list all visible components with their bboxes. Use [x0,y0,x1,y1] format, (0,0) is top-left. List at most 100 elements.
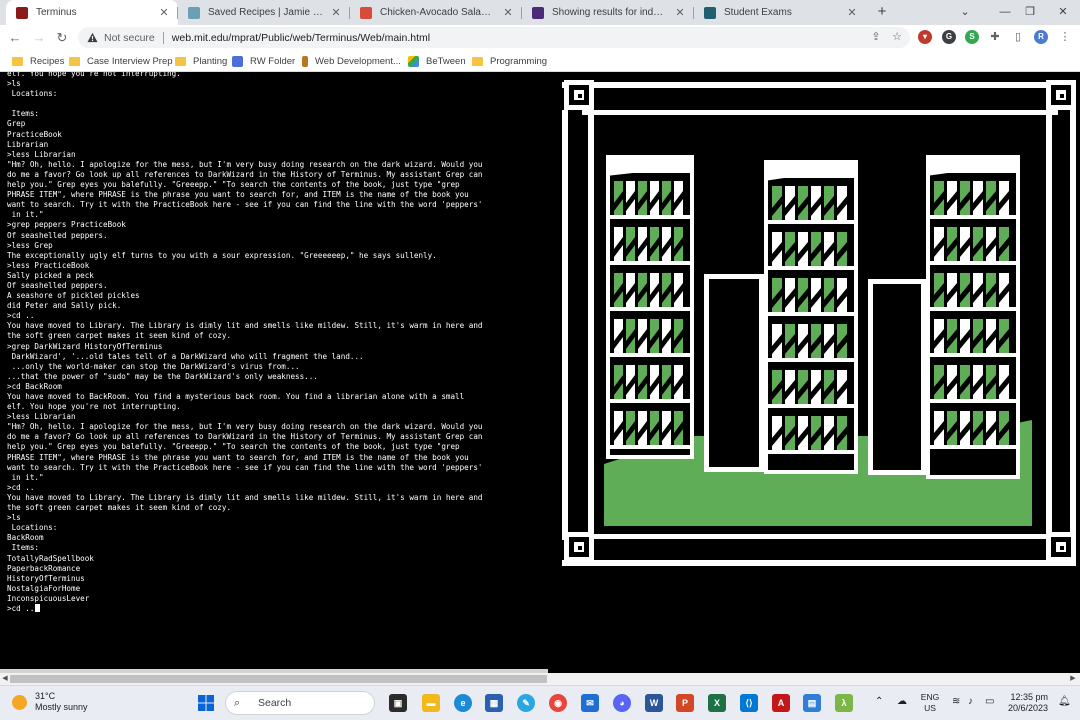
app-feather-icon[interactable]: ✎ [517,694,535,712]
tab-close-icon[interactable]: ✕ [328,6,344,19]
restore-button[interactable]: ❐ [1019,3,1041,21]
horizontal-scrollbar[interactable]: ◀ ▶ [0,673,1080,685]
terminal-panel[interactable]: elf. You hope you're not interrupting. >l… [0,72,548,673]
bookmark-label: Recipes [30,55,65,67]
reload-icon[interactable]: ↻ [53,29,71,47]
tab-close-icon[interactable]: ✕ [844,6,860,19]
battery-icon[interactable]: ▭ [985,696,994,707]
lang-bottom: US [924,703,936,713]
tab-favicon-icon [188,6,200,19]
weather-widget[interactable]: 31°C Mostly sunny [12,691,88,713]
terminal-line: >less PracticeBook [7,260,90,270]
scroll-right-arrow-icon[interactable]: ▶ [1068,673,1078,685]
tab-close-icon[interactable]: ✕ [500,6,516,19]
terminal-line: ...only the world-maker can stop the Dar… [7,361,300,371]
terminal-line: >ls [7,79,21,89]
terminal-line: Items: [7,109,40,119]
tab-close-icon[interactable]: ✕ [156,6,172,19]
calendar-icon[interactable]: ▤ [803,694,821,712]
tab-5[interactable]: Student Exams ✕ [694,0,866,25]
tab-1[interactable]: Terminus ✕ [6,0,178,25]
vscode-icon[interactable]: ⟨⟩ [740,694,758,712]
chrome-icon[interactable]: ◉ [549,694,567,712]
folder-icon [472,56,483,66]
terminal-line: >less Librarian [7,412,76,422]
close-window-button[interactable]: ✕ [1052,3,1074,21]
extension-s-icon[interactable]: S [965,30,979,44]
folder-icon [175,56,186,66]
side-panel-icon[interactable]: ▯ [1011,30,1025,44]
scroll-left-arrow-icon[interactable]: ◀ [0,673,10,685]
bookmark-item[interactable]: Web Development... [302,54,401,68]
tray-chevron-icon[interactable]: ⌃ [875,696,883,707]
onedrive-icon[interactable]: ☁ [897,696,907,707]
search-icon: ⌕ [234,696,241,709]
notification-bell-icon[interactable]: 🔔︎ [1058,696,1071,707]
terminal-line: the soft green carpet makes it seem kind… [7,331,232,341]
forward-arrow-icon[interactable]: → [30,29,48,47]
bookmark-item[interactable]: Planting [175,54,227,68]
menu-kebab-icon[interactable]: ⋮ [1058,30,1072,44]
site-icon [302,55,308,67]
minimize-button[interactable]: — [994,3,1016,21]
terminal-line: >grep peppers PracticeBook [7,220,126,230]
bookmark-item[interactable]: RW Folder [232,54,295,68]
frame-left [562,110,568,540]
powerpoint-icon[interactable]: P [676,694,694,712]
lambda-app-icon[interactable]: λ [835,694,853,712]
frame-top [562,82,1076,88]
back-arrow-icon[interactable]: ← [6,29,24,47]
lang-top: ENG [920,692,940,702]
extension-pocket-icon[interactable]: ▾ [918,30,932,44]
terminal-input[interactable]: >cd .. [7,604,34,613]
bookmark-item[interactable]: Recipes [12,54,64,68]
task-view-icon[interactable]: ▣ [389,694,407,712]
bookmark-star-icon[interactable]: ☆ [890,30,904,44]
terminal-line: do me a favor? Go look up all references… [7,432,483,442]
bookmark-item[interactable]: BeTween [408,54,466,68]
terminal-line: NostalgiaForHome [7,583,81,593]
wifi-icon[interactable]: ≋ [952,696,960,707]
volume-icon[interactable]: ♪ [968,696,973,707]
security-label: Not secure [104,31,155,44]
terminal-line: Locations: [7,523,58,533]
browser-toolbar: ← → ↻ Not secure web.mit.edu/mprat/Publi… [0,25,1080,50]
tab-3[interactable]: Chicken-Avocado Salad Sandwich ✕ [350,0,522,25]
terminal-prompt[interactable]: >cd .. [7,603,507,614]
terminal-output: elf. You hope you're not interrupting. >l… [7,72,507,614]
tab-favicon-icon [16,6,28,19]
tab-2[interactable]: Saved Recipes | Jamie Oliver ✕ [178,0,350,25]
system-clock[interactable]: 12:35 pm 20/6/2023 [1008,692,1048,714]
tab-close-icon[interactable]: ✕ [672,6,688,19]
taskbar-search[interactable]: ⌕ Search [225,691,375,715]
terminal-line: do me a favor? Go look up all references… [7,169,483,179]
store-icon[interactable]: ▦ [485,694,503,712]
excel-icon[interactable]: X [708,694,726,712]
folder-icon [12,56,23,66]
bookmark-item[interactable]: Programming [472,54,547,68]
scrollbar-thumb[interactable] [10,675,547,683]
address-bar[interactable]: Not secure web.mit.edu/mprat/Public/web/… [78,27,910,48]
language-indicator[interactable]: ENG US [918,692,942,714]
acrobat-icon[interactable]: A [772,694,790,712]
discord-icon[interactable]: ◕ [613,694,631,712]
tab-4[interactable]: Showing results for index.html - I ✕ [522,0,694,25]
profile-avatar[interactable]: R [1034,30,1048,44]
bookmark-label: RW Folder [250,55,296,67]
terminal-line: ...that the power of "sudo" may be the D… [7,371,318,381]
bookmark-label: Programming [490,55,548,67]
start-windows-icon[interactable] [197,694,215,712]
new-tab-button[interactable]: + [874,4,890,20]
extension-grammar-icon[interactable]: G [942,30,956,44]
tab-title: Chicken-Avocado Salad Sandwich [380,7,496,18]
bookmark-label: Planting [193,55,228,67]
extensions-puzzle-icon[interactable]: ✚ [988,30,1002,44]
tab-search-chevron-icon[interactable]: ⌄ [954,3,976,21]
edge-icon[interactable]: e [454,694,472,712]
mail-icon[interactable]: ✉ [581,694,599,712]
file-explorer-icon[interactable]: ▬ [422,694,440,712]
bookmark-item[interactable]: Case Interview Prep [69,54,173,68]
share-icon[interactable]: ⇪ [869,30,883,44]
word-icon[interactable]: W [645,694,663,712]
frame-inner-top [582,110,1058,115]
